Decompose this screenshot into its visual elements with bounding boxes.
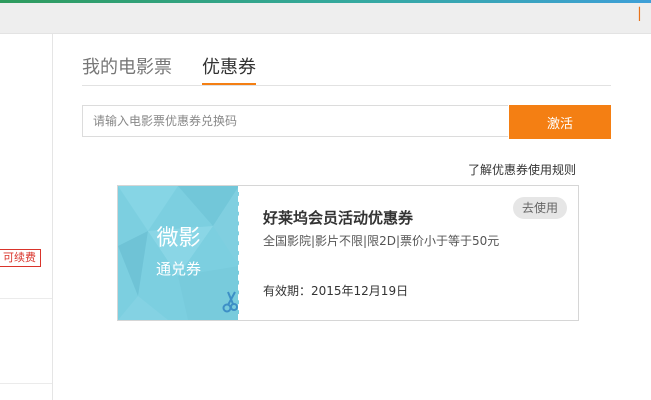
coupon-brand: 微影 <box>156 226 201 251</box>
top-bar: ▏ <box>0 3 651 34</box>
sidebar: 可续费 <box>0 34 53 400</box>
sidebar-divider <box>0 383 52 384</box>
use-coupon-button[interactable]: 去使用 <box>512 197 567 219</box>
menu-edge-icon[interactable]: ▏ <box>639 7 648 21</box>
scissors-icon <box>222 291 238 313</box>
coupon-card: 微影 通兑券 好莱坞会员活动优惠券 全国影院|影片不限|限2D|票价小于等于50… <box>117 185 579 321</box>
tab-coupons[interactable]: 优惠券 <box>202 56 256 85</box>
coupon-description: 全国影院|影片不限|限2D|票价小于等于50元 <box>263 234 500 248</box>
coupon-title: 好莱坞会员活动优惠券 <box>263 209 414 227</box>
tab-my-tickets[interactable]: 我的电影票 <box>82 56 172 80</box>
renew-badge[interactable]: 可续费 <box>0 249 41 267</box>
activate-button[interactable]: 激活 <box>509 105 611 139</box>
coupon-expiry: 有效期：2015年12月19日 <box>263 284 409 298</box>
coupon-kind: 通兑券 <box>155 260 201 278</box>
active-tab-underline <box>202 83 256 85</box>
coupon-rules-link[interactable]: 了解优惠券使用规则 <box>468 161 576 178</box>
tab-bar: 我的电影票 优惠券 <box>82 56 611 86</box>
redeem-form: 激活 <box>82 105 611 139</box>
sidebar-divider <box>0 298 52 299</box>
coupon-stub: 微影 通兑券 <box>118 186 239 320</box>
tab-coupons-label: 优惠券 <box>202 57 256 78</box>
redeem-code-input[interactable] <box>82 105 508 137</box>
